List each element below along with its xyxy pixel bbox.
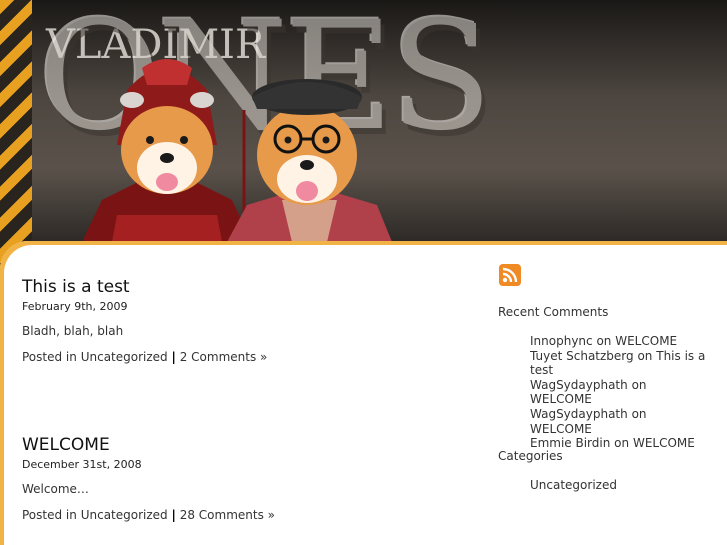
post-title-link[interactable]: WELCOME (22, 435, 110, 455)
header-banner: VLADIMIR ONES (32, 0, 727, 241)
rss-feed-icon[interactable] (499, 264, 521, 286)
meta-separator: | (171, 350, 176, 364)
list-item: Uncategorized (530, 478, 710, 493)
meta-separator: | (171, 508, 176, 522)
comment-author: Tuyet Schatzberg (530, 348, 634, 363)
category-link[interactable]: Uncategorized (530, 478, 617, 492)
list-item: WagSydayphath on WELCOME (530, 406, 647, 436)
recent-comments-heading: Recent Comments (498, 305, 609, 319)
list-item: Tuyet Schatzberg on This is a test (530, 348, 706, 378)
post-title-link[interactable]: This is a test (22, 277, 130, 297)
recent-comments-list: Innophync on WELCOME Tuyet Schatzberg on… (530, 334, 710, 451)
comment-author: WagSydayphath (530, 406, 628, 421)
list-item: WagSydayphath on WELCOME (530, 377, 647, 407)
categories-heading: Categories (498, 449, 563, 463)
comment-post-link[interactable]: WELCOME (530, 422, 592, 436)
post-date: December 31st, 2008 (22, 458, 142, 471)
posted-in-label: Posted in (22, 508, 77, 522)
post-meta: Posted in Uncategorized | 28 Comments » (22, 508, 275, 522)
posted-in-label: Posted in (22, 350, 77, 364)
comment-post-link[interactable]: WELCOME (633, 436, 695, 450)
comments-link[interactable]: 28 Comments » (180, 508, 275, 522)
comments-link[interactable]: 2 Comments » (180, 350, 268, 364)
comment-author: Innophync (530, 334, 593, 348)
glasses-dog-image (227, 79, 392, 241)
comment-post-link[interactable]: WELCOME (615, 334, 677, 348)
post-meta: Posted in Uncategorized | 2 Comments » (22, 350, 267, 364)
post-body: Welcome… (22, 482, 89, 496)
post-date: February 9th, 2009 (22, 300, 128, 313)
post-body: Bladh, blah, blah (22, 324, 124, 338)
comment-author: WagSydayphath (530, 377, 628, 392)
categories-list: Uncategorized (530, 478, 710, 493)
list-item: Innophync on WELCOME (530, 334, 678, 348)
category-link[interactable]: Uncategorized (81, 508, 168, 522)
comment-post-link[interactable]: WELCOME (530, 392, 592, 406)
category-link[interactable]: Uncategorized (81, 350, 168, 364)
